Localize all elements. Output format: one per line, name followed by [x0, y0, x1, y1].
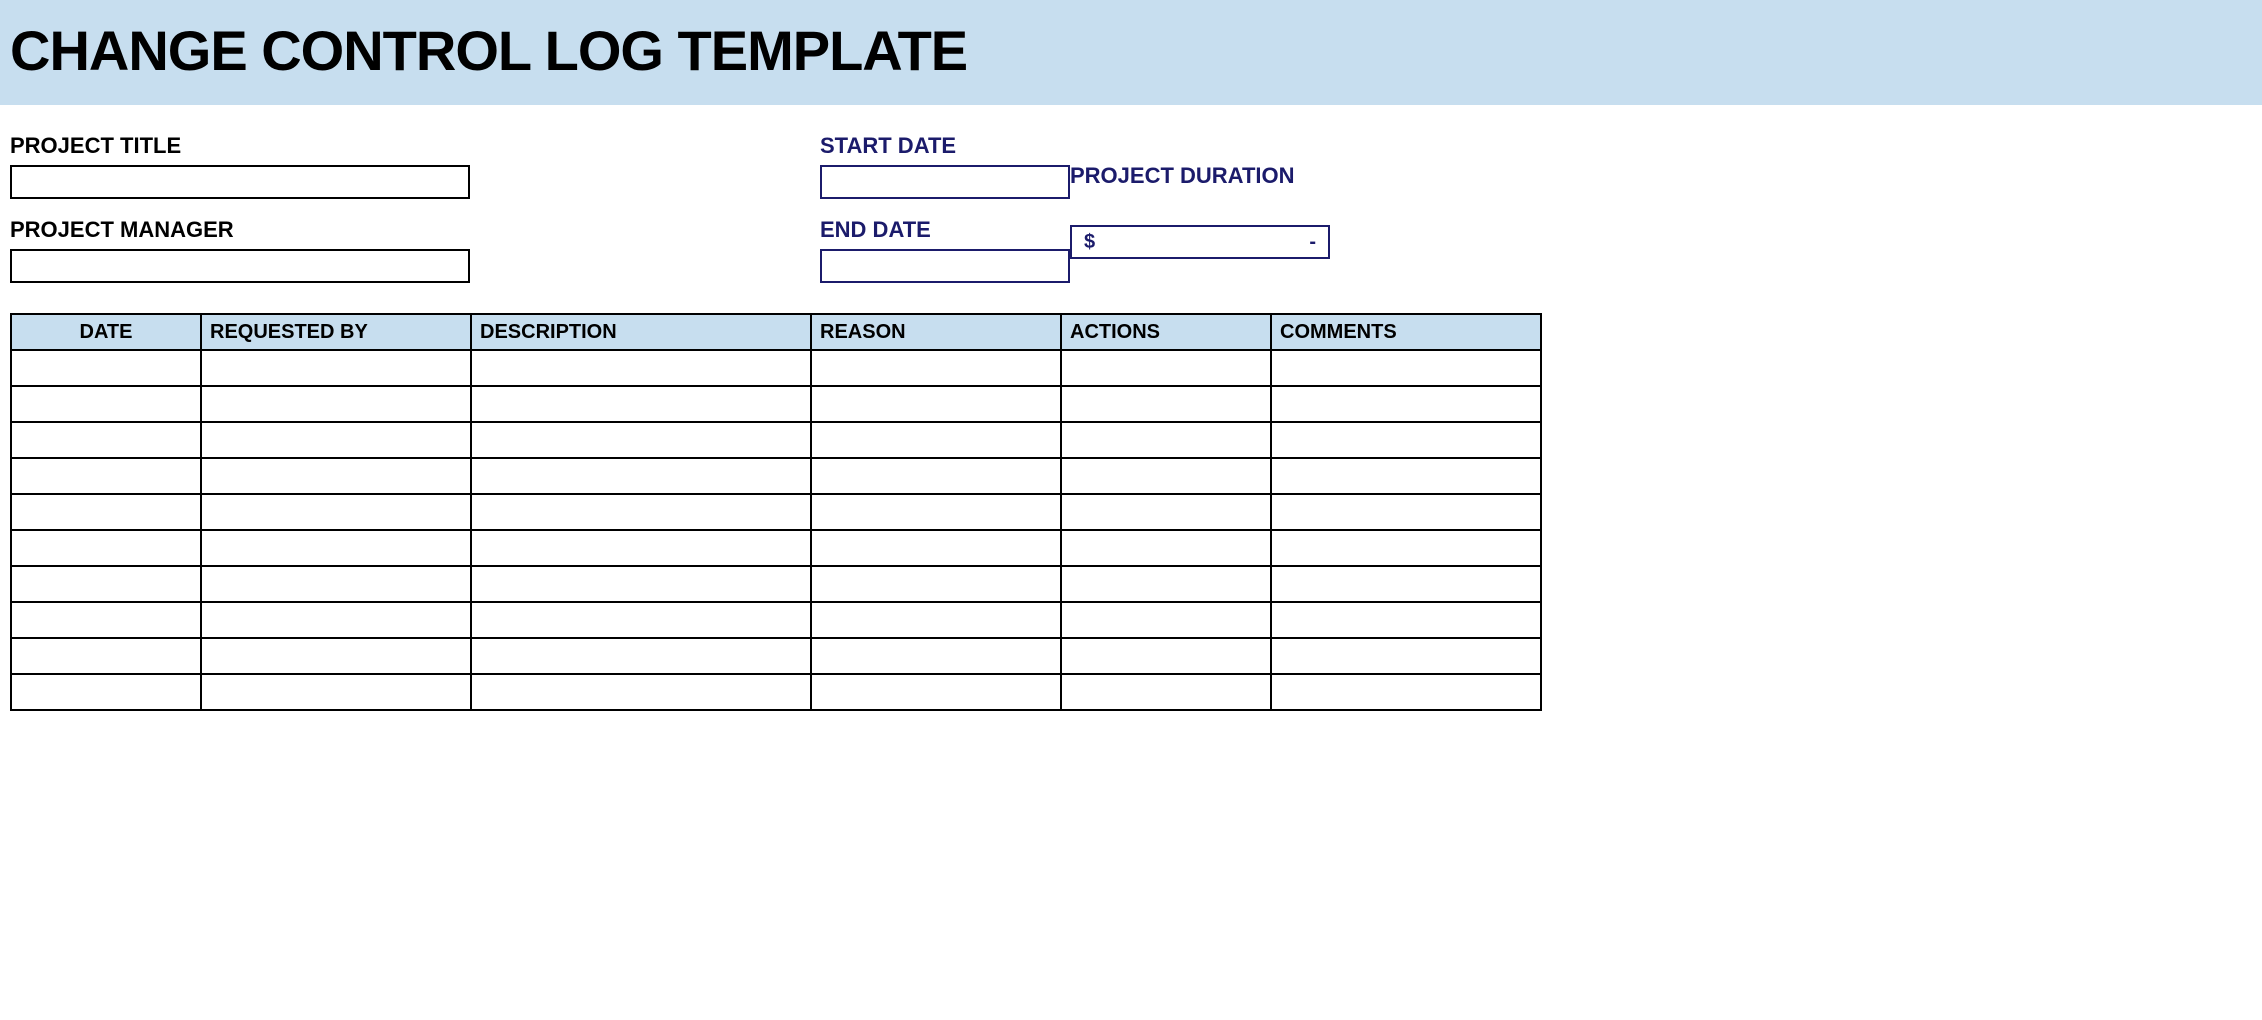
page-title: CHANGE CONTROL LOG TEMPLATE [10, 18, 2252, 83]
header-description: DESCRIPTION [471, 314, 811, 350]
table-row [11, 422, 1541, 458]
cell-date[interactable] [11, 350, 201, 386]
header-actions: ACTIONS [1061, 314, 1271, 350]
cell-actions[interactable] [1061, 458, 1271, 494]
end-date-label: END DATE [820, 217, 1070, 243]
cell-actions[interactable] [1061, 674, 1271, 710]
cell-requested-by[interactable] [201, 494, 471, 530]
cell-reason[interactable] [811, 350, 1061, 386]
cell-requested-by[interactable] [201, 638, 471, 674]
cell-actions[interactable] [1061, 386, 1271, 422]
project-title-input[interactable] [10, 165, 470, 199]
duration-column: PROJECT DURATION $ - [1070, 133, 1530, 259]
cell-comments[interactable] [1271, 566, 1541, 602]
cell-comments[interactable] [1271, 638, 1541, 674]
project-manager-input[interactable] [10, 249, 470, 283]
cell-comments[interactable] [1271, 494, 1541, 530]
duration-value: - [1309, 231, 1316, 254]
change-log-table: DATE REQUESTED BY DESCRIPTION REASON ACT… [10, 313, 1542, 711]
duration-currency: $ [1084, 231, 1095, 254]
cell-reason[interactable] [811, 494, 1061, 530]
cell-comments[interactable] [1271, 350, 1541, 386]
cell-requested-by[interactable] [201, 350, 471, 386]
cell-description[interactable] [471, 422, 811, 458]
cell-actions[interactable] [1061, 566, 1271, 602]
table-row [11, 386, 1541, 422]
cell-actions[interactable] [1061, 422, 1271, 458]
cell-date[interactable] [11, 458, 201, 494]
cell-comments[interactable] [1271, 422, 1541, 458]
cell-description[interactable] [471, 458, 811, 494]
dates-column: START DATE END DATE [820, 133, 1070, 283]
cell-description[interactable] [471, 674, 811, 710]
cell-description[interactable] [471, 494, 811, 530]
start-date-input[interactable] [820, 165, 1070, 199]
cell-requested-by[interactable] [201, 422, 471, 458]
table-row [11, 530, 1541, 566]
project-manager-label: PROJECT MANAGER [10, 217, 480, 243]
page-root: CHANGE CONTROL LOG TEMPLATE PROJECT TITL… [0, 0, 2262, 711]
table-body [11, 350, 1541, 710]
cell-description[interactable] [471, 602, 811, 638]
table-row [11, 638, 1541, 674]
cell-date[interactable] [11, 566, 201, 602]
cell-actions[interactable] [1061, 638, 1271, 674]
table-row [11, 458, 1541, 494]
header-reason: REASON [811, 314, 1061, 350]
cell-reason[interactable] [811, 674, 1061, 710]
cell-date[interactable] [11, 386, 201, 422]
cell-requested-by[interactable] [201, 566, 471, 602]
header-date: DATE [11, 314, 201, 350]
cell-date[interactable] [11, 530, 201, 566]
cell-reason[interactable] [811, 530, 1061, 566]
cell-requested-by[interactable] [201, 530, 471, 566]
cell-actions[interactable] [1061, 602, 1271, 638]
cell-actions[interactable] [1061, 350, 1271, 386]
cell-requested-by[interactable] [201, 674, 471, 710]
title-banner: CHANGE CONTROL LOG TEMPLATE [0, 0, 2262, 105]
table-row [11, 566, 1541, 602]
cell-description[interactable] [471, 530, 811, 566]
cell-date[interactable] [11, 602, 201, 638]
cell-comments[interactable] [1271, 530, 1541, 566]
cell-reason[interactable] [811, 566, 1061, 602]
cell-comments[interactable] [1271, 458, 1541, 494]
cell-date[interactable] [11, 638, 201, 674]
cell-description[interactable] [471, 350, 811, 386]
cell-comments[interactable] [1271, 386, 1541, 422]
header-requested-by: REQUESTED BY [201, 314, 471, 350]
cell-requested-by[interactable] [201, 602, 471, 638]
cell-description[interactable] [471, 638, 811, 674]
cell-description[interactable] [471, 566, 811, 602]
table-row [11, 602, 1541, 638]
cell-date[interactable] [11, 674, 201, 710]
table-row [11, 674, 1541, 710]
end-date-input[interactable] [820, 249, 1070, 283]
cell-comments[interactable] [1271, 674, 1541, 710]
cell-reason[interactable] [811, 422, 1061, 458]
project-column: PROJECT TITLE PROJECT MANAGER [10, 133, 480, 283]
cell-date[interactable] [11, 494, 201, 530]
cell-actions[interactable] [1061, 494, 1271, 530]
cell-date[interactable] [11, 422, 201, 458]
cell-reason[interactable] [811, 386, 1061, 422]
table-row [11, 350, 1541, 386]
cell-reason[interactable] [811, 638, 1061, 674]
table-header-row: DATE REQUESTED BY DESCRIPTION REASON ACT… [11, 314, 1541, 350]
cell-reason[interactable] [811, 602, 1061, 638]
project-duration-input[interactable]: $ - [1070, 225, 1330, 259]
project-duration-label: PROJECT DURATION [1070, 163, 1530, 189]
cell-comments[interactable] [1271, 602, 1541, 638]
project-meta: PROJECT TITLE PROJECT MANAGER START DATE… [0, 105, 2262, 313]
cell-reason[interactable] [811, 458, 1061, 494]
project-title-label: PROJECT TITLE [10, 133, 480, 159]
cell-requested-by[interactable] [201, 386, 471, 422]
cell-description[interactable] [471, 386, 811, 422]
cell-actions[interactable] [1061, 530, 1271, 566]
cell-requested-by[interactable] [201, 458, 471, 494]
header-comments: COMMENTS [1271, 314, 1541, 350]
start-date-label: START DATE [820, 133, 1070, 159]
table-row [11, 494, 1541, 530]
